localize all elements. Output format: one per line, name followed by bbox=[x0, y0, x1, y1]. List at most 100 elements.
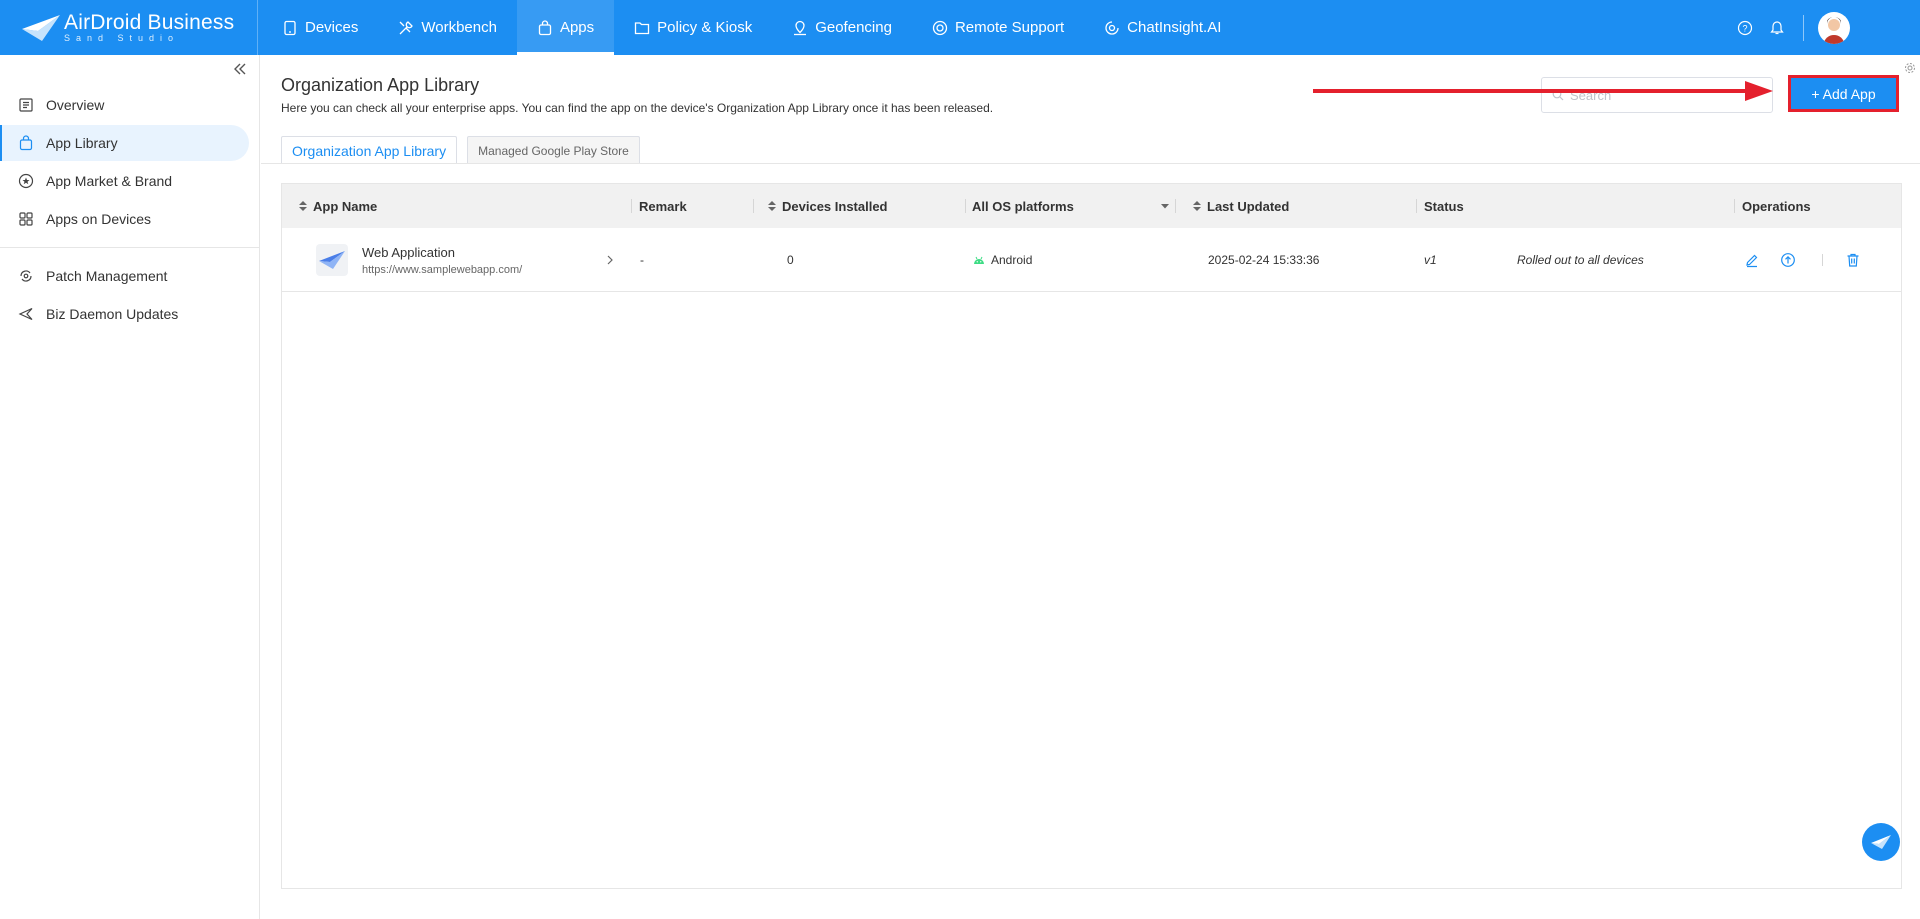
nav-geofencing[interactable]: Geofencing bbox=[772, 0, 912, 55]
page-description: Here you can check all your enterprise a… bbox=[281, 101, 994, 115]
sort-icon[interactable] bbox=[767, 200, 777, 212]
header-label: Remark bbox=[639, 198, 687, 214]
sidebar-item-overview[interactable]: Overview bbox=[0, 87, 249, 123]
operations-divider bbox=[1822, 254, 1823, 266]
upload-icon[interactable] bbox=[1780, 252, 1796, 268]
settings-gear-icon[interactable] bbox=[1904, 61, 1916, 73]
nav-policy-kiosk[interactable]: Policy & Kiosk bbox=[614, 0, 772, 55]
nav-label: Devices bbox=[305, 19, 359, 36]
column-separator bbox=[1175, 199, 1176, 213]
star-circle-icon bbox=[18, 173, 34, 189]
os-label: Android bbox=[991, 253, 1033, 267]
tools-icon bbox=[398, 20, 414, 36]
column-separator bbox=[1416, 199, 1417, 213]
collapse-sidebar-icon[interactable] bbox=[231, 60, 249, 78]
header-label: Operations bbox=[1742, 198, 1811, 214]
column-separator bbox=[1734, 199, 1735, 213]
last-updated-cell: 2025-02-24 15:33:36 bbox=[1208, 253, 1320, 267]
top-bar: AirDroid Business Sand Studio Devices Wo… bbox=[0, 0, 1920, 55]
sidebar-item-apps-on-devices[interactable]: Apps on Devices bbox=[0, 201, 249, 237]
list-icon bbox=[18, 97, 34, 113]
sidebar-item-label: App Market & Brand bbox=[46, 173, 173, 189]
page-title: Organization App Library bbox=[281, 75, 480, 95]
header-label: Status bbox=[1424, 198, 1464, 214]
folder-icon bbox=[634, 20, 650, 36]
floating-assistant-button[interactable] bbox=[1862, 823, 1900, 861]
col-devices-installed[interactable]: Devices Installed bbox=[767, 184, 888, 228]
nav-label: Apps bbox=[559, 19, 595, 36]
sidebar-item-patch-management[interactable]: Patch Management bbox=[0, 258, 249, 294]
header-label: All OS platforms bbox=[972, 198, 1074, 214]
tab-managed-google-play[interactable]: Managed Google Play Store bbox=[467, 136, 640, 164]
user-avatar[interactable] bbox=[1818, 11, 1850, 44]
annotation-arrow bbox=[1313, 81, 1773, 101]
sort-icon[interactable] bbox=[1192, 200, 1202, 212]
header-label: Last Updated bbox=[1207, 198, 1290, 214]
operations-cell bbox=[1744, 228, 1861, 292]
col-app-name[interactable]: App Name bbox=[298, 184, 377, 228]
header-label: Devices Installed bbox=[782, 198, 888, 214]
sidebar-item-label: Overview bbox=[46, 97, 105, 113]
tabs-divider bbox=[261, 163, 1920, 164]
sidebar: Overview App Library App Market & Brand … bbox=[0, 55, 260, 919]
version-cell: v1 bbox=[1424, 253, 1437, 267]
divider bbox=[1803, 14, 1804, 41]
delete-icon[interactable] bbox=[1845, 252, 1861, 268]
nav-label: Workbench bbox=[421, 19, 497, 36]
nav-label: Geofencing bbox=[815, 19, 892, 36]
edit-icon[interactable] bbox=[1744, 252, 1760, 268]
send-icon bbox=[18, 306, 34, 322]
location-icon bbox=[792, 20, 808, 36]
notification-icon[interactable] bbox=[1769, 20, 1785, 36]
app-icon-cell bbox=[316, 228, 348, 292]
sort-icon[interactable] bbox=[298, 200, 308, 212]
sidebar-item-label: Biz Daemon Updates bbox=[46, 306, 179, 322]
main-content: Organization App Library Here you can ch… bbox=[261, 55, 1920, 919]
nav-label: Policy & Kiosk bbox=[657, 19, 753, 36]
add-app-button[interactable]: + Add App bbox=[1788, 75, 1899, 112]
main-nav: Devices Workbench Apps Policy & Kiosk Ge… bbox=[262, 0, 1241, 55]
brand-tagline: Sand Studio bbox=[64, 33, 180, 43]
help-icon[interactable]: ? bbox=[1737, 20, 1753, 36]
sidebar-item-label: App Library bbox=[46, 135, 118, 151]
app-name-cell[interactable]: Web Application https://www.samplewebapp… bbox=[362, 228, 522, 292]
nav-devices[interactable]: Devices bbox=[262, 0, 378, 55]
column-separator bbox=[965, 199, 966, 213]
nav-label: ChatInsight.AI bbox=[1127, 19, 1222, 36]
tablet-icon bbox=[282, 20, 298, 36]
bag-icon bbox=[537, 19, 553, 36]
col-operations: Operations bbox=[1742, 184, 1811, 228]
bag-icon bbox=[18, 135, 34, 151]
sidebar-item-app-library[interactable]: App Library bbox=[0, 125, 249, 161]
sidebar-item-label: Apps on Devices bbox=[46, 211, 152, 227]
devices-installed-cell: 0 bbox=[787, 253, 794, 267]
nav-workbench[interactable]: Workbench bbox=[378, 0, 517, 55]
col-status: Status bbox=[1424, 184, 1464, 228]
sidebar-divider bbox=[0, 247, 259, 248]
table-row[interactable]: Web Application https://www.samplewebapp… bbox=[282, 228, 1901, 292]
expand-chevron-icon[interactable] bbox=[606, 228, 614, 292]
tab-organization-app-library[interactable]: Organization App Library bbox=[281, 136, 458, 164]
status-cell: Rolled out to all devices bbox=[1517, 253, 1644, 267]
brand-logo[interactable]: AirDroid Business Sand Studio bbox=[0, 0, 258, 55]
sidebar-item-label: Patch Management bbox=[46, 268, 168, 284]
sidebar-item-app-market[interactable]: App Market & Brand bbox=[0, 163, 249, 199]
app-url: https://www.samplewebapp.com/ bbox=[362, 263, 523, 276]
web-app-icon bbox=[316, 244, 348, 276]
nav-apps[interactable]: Apps bbox=[516, 0, 615, 55]
brand-name: AirDroid Business bbox=[64, 11, 235, 34]
nav-remote-support[interactable]: Remote Support bbox=[912, 0, 1084, 55]
app-table: App Name Remark Devices Installed All OS… bbox=[281, 183, 1902, 889]
col-last-updated[interactable]: Last Updated bbox=[1192, 184, 1289, 228]
android-icon bbox=[973, 255, 985, 265]
column-separator bbox=[753, 199, 754, 213]
nav-label: Remote Support bbox=[954, 19, 1065, 36]
sidebar-item-biz-daemon-updates[interactable]: Biz Daemon Updates bbox=[0, 296, 249, 332]
ai-icon bbox=[1104, 20, 1120, 36]
os-cell: Android bbox=[973, 228, 1032, 292]
nav-chatinsight[interactable]: ChatInsight.AI bbox=[1084, 0, 1241, 55]
library-tabs: Organization App Library Managed Google … bbox=[281, 136, 650, 164]
col-os-filter[interactable]: All OS platforms bbox=[972, 184, 1172, 228]
caret-down-icon bbox=[1160, 203, 1170, 209]
airdroid-logo-icon bbox=[22, 14, 60, 41]
